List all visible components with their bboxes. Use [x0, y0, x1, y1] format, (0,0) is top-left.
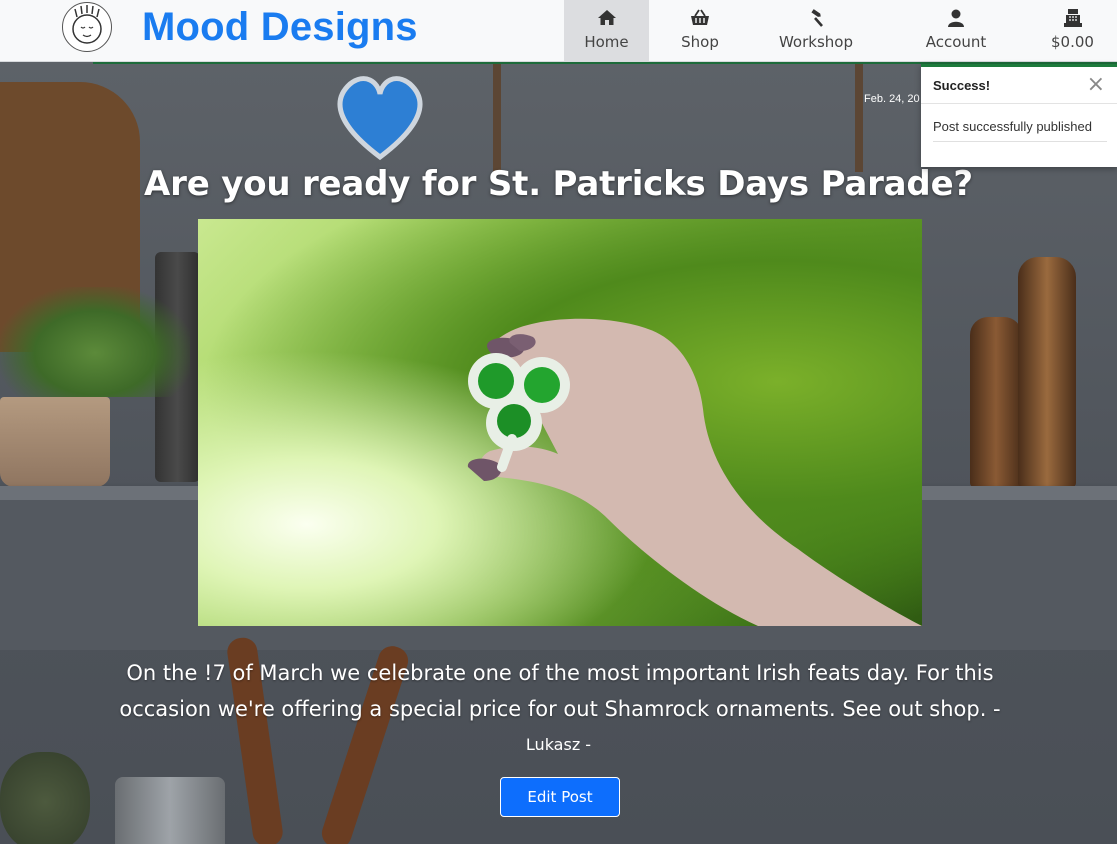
toast-rule [933, 141, 1107, 142]
nav-account-label: Account [925, 33, 987, 51]
success-toast: Success! × Post successfully published [921, 64, 1117, 167]
nav-workshop[interactable]: Workshop [772, 0, 860, 61]
toast-title: Success! [933, 78, 991, 93]
face-logo-icon [72, 5, 102, 44]
nav-account[interactable]: Account [915, 0, 997, 61]
plant [0, 287, 190, 397]
brand-name[interactable]: Mood Designs [142, 4, 418, 50]
post-content: On the !7 of March we celebrate one of t… [119, 661, 1001, 721]
ceramic-heart [337, 76, 423, 161]
logo[interactable] [62, 2, 112, 52]
post-image [198, 219, 922, 626]
nav-workshop-label: Workshop [778, 33, 853, 51]
post-date: Feb. 24, 20 [864, 93, 920, 105]
cash-register-icon [1063, 9, 1082, 27]
toast-divider [921, 103, 1117, 104]
edit-post-button[interactable]: Edit Post [500, 777, 620, 817]
post-title: Are you ready for St. Patricks Days Para… [144, 164, 973, 204]
nav-bag[interactable]: $0.00 [1040, 0, 1105, 61]
pepper-mill [970, 317, 1022, 487]
toast-message: Post successfully published [933, 119, 1092, 134]
shelf-post [493, 62, 501, 172]
nav-shop[interactable]: Shop [659, 0, 741, 61]
basket-icon [691, 9, 709, 25]
nav-shop-label: Shop [681, 33, 719, 51]
navbar: Mood Designs Home Shop Workshop Account [0, 0, 1117, 62]
home-icon [597, 10, 616, 25]
artichoke [0, 752, 90, 844]
shelf-post [855, 62, 863, 172]
post-author: Lukasz - [525, 735, 592, 754]
shamrock-hand-photo [467, 318, 922, 626]
nav-home-label: Home [584, 33, 629, 51]
glass-jar [115, 777, 225, 844]
plant-pot [0, 397, 110, 487]
nav-bag-total: $0.00 [1051, 33, 1094, 51]
nav-home[interactable]: Home [564, 0, 649, 61]
hammer-icon [811, 9, 823, 27]
close-icon[interactable]: × [1087, 72, 1105, 97]
pepper-mill [1018, 257, 1076, 487]
user-icon [948, 9, 964, 27]
